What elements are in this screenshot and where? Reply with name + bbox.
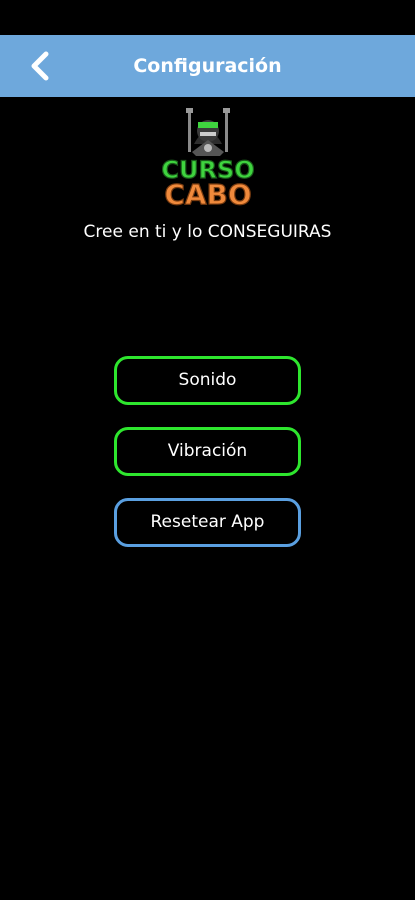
chevron-left-icon [31, 51, 49, 81]
vibration-button[interactable]: Vibración [114, 427, 301, 476]
tagline: Cree en ti y lo CONSEGUIRAS [83, 222, 332, 242]
sound-button[interactable]: Sonido [114, 356, 301, 405]
status-bar [0, 0, 415, 35]
page-title: Configuración [133, 55, 282, 77]
back-button[interactable] [22, 48, 62, 84]
reset-app-button[interactable]: Resetear App [114, 498, 301, 547]
soldier-emblem-icon: CURSO CABO [161, 108, 255, 210]
nav-bar: Configuración [0, 35, 415, 97]
logo-line-2: CABO [164, 178, 251, 210]
app-logo: CURSO CABO [150, 104, 266, 210]
